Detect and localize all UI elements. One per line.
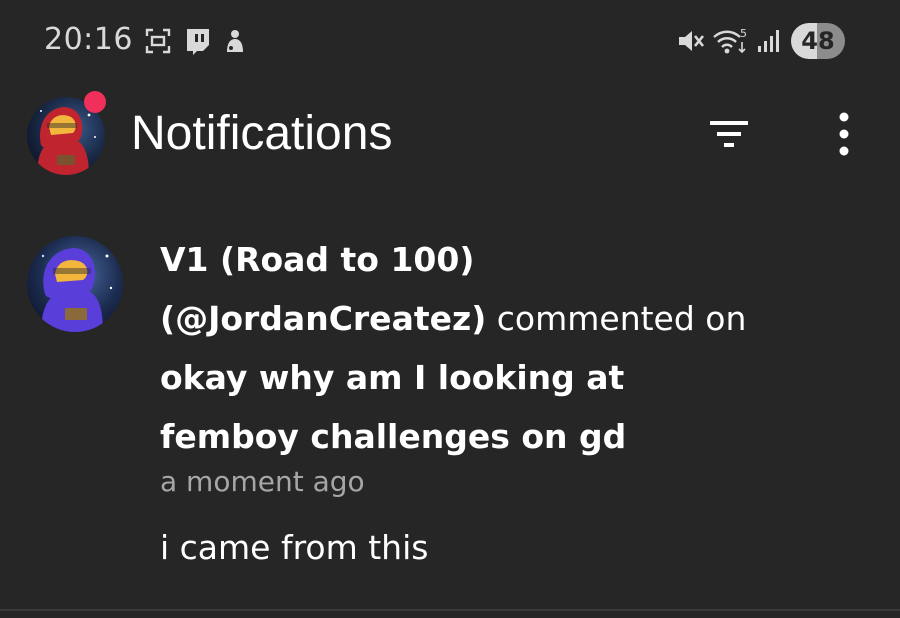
- notification-text: V1 (Road to 100) (@JordanCreatez) commen…: [160, 230, 810, 466]
- unread-indicator: [84, 91, 106, 113]
- notification-action: commented on: [486, 299, 747, 338]
- twitch-icon: [187, 29, 209, 55]
- notification-timestamp: a moment ago: [160, 465, 365, 498]
- divider: [0, 609, 900, 611]
- commenter-avatar[interactable]: [27, 236, 123, 332]
- notification-item[interactable]: V1 (Road to 100) (@JordanCreatez) commen…: [0, 220, 900, 606]
- author-handle[interactable]: (@JordanCreatez): [160, 299, 486, 338]
- page-title: Notifications: [131, 107, 393, 160]
- wifi-icon: 5: [713, 27, 747, 54]
- signal-icon: [758, 30, 779, 52]
- mute-icon: [679, 31, 705, 51]
- battery-indicator: 48: [791, 23, 845, 59]
- video-title-line-1[interactable]: okay why am I looking at: [160, 358, 624, 397]
- screenshot-icon: [145, 28, 171, 54]
- svg-text:5: 5: [740, 27, 747, 40]
- author-name[interactable]: V1 (Road to 100): [160, 240, 474, 279]
- status-bar: 20:16 5 48: [0, 0, 900, 86]
- avatar-image: [27, 236, 123, 332]
- status-time: 20:16: [44, 22, 133, 57]
- app-icon: [227, 30, 243, 52]
- comment-text: i came from this: [160, 528, 429, 567]
- filter-icon[interactable]: [706, 114, 752, 154]
- app-header: Notifications: [0, 86, 900, 186]
- more-vertical-icon[interactable]: [826, 110, 862, 158]
- video-title-line-2[interactable]: femboy challenges on gd: [160, 417, 626, 456]
